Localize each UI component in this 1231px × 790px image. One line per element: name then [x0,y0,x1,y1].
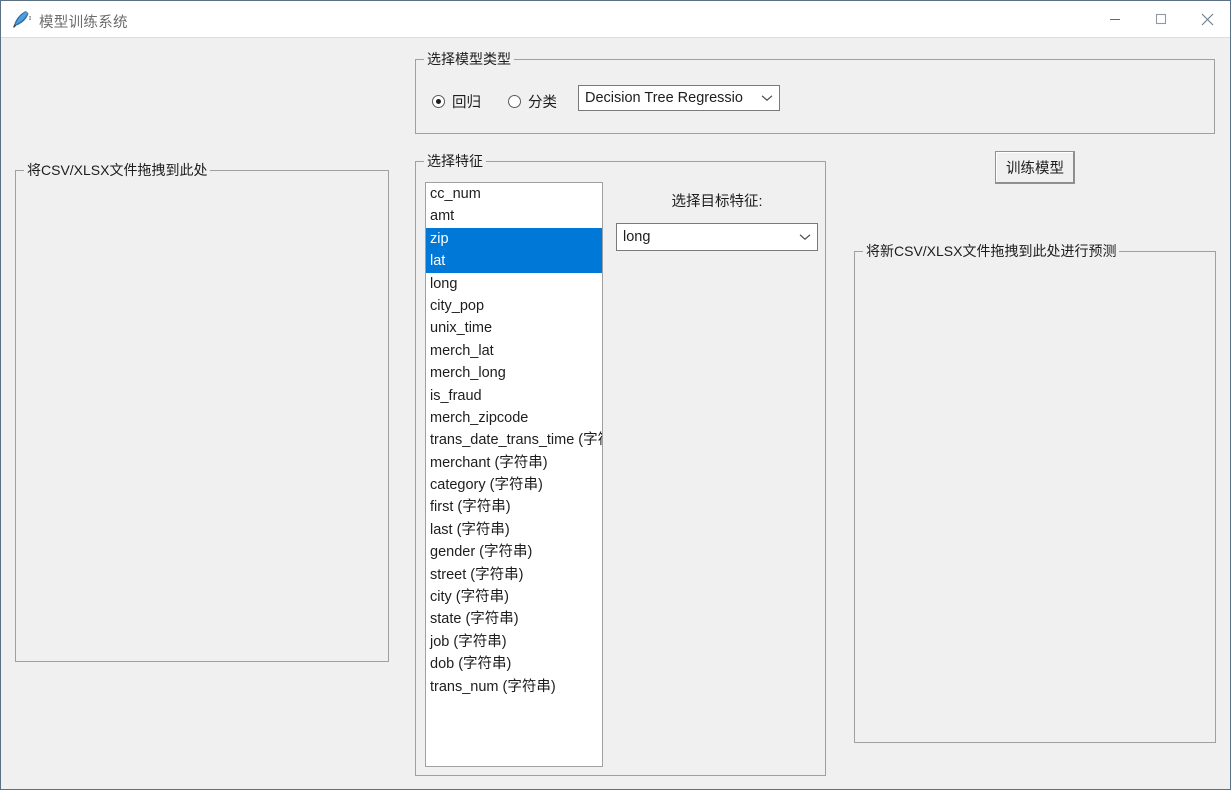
feature-list-item[interactable]: state (字符串) [426,608,602,630]
feather-icon [10,8,32,30]
feature-list-item[interactable]: merch_zipcode [426,407,602,429]
close-icon[interactable] [1184,1,1230,37]
target-feature-combobox[interactable]: long [616,223,818,251]
feature-listbox[interactable]: cc_num amt zip lat long city_pop unix_time merc… [425,182,603,767]
feature-list-item[interactable]: long [426,273,602,295]
feature-list-item[interactable]: is_fraud [426,385,602,407]
target-feature-value: long [623,229,651,245]
feature-list-item[interactable]: unix_time [426,317,602,339]
radio-classification-indicator [508,95,521,108]
feature-list-item[interactable]: category (字符串) [426,474,602,496]
target-feature-label: 选择目标特征: [671,194,763,210]
model-type-group: 选择模型类型 回归 分类 Decision Tree Regressio [415,50,1215,134]
feature-list-item[interactable]: lat [426,250,602,273]
feature-list-item[interactable]: merch_long [426,362,602,384]
train-model-button[interactable]: 训练模型 [995,151,1075,184]
feature-list-item[interactable]: city_pop [426,295,602,317]
model-algorithm-combobox[interactable]: Decision Tree Regressio [578,85,780,111]
predict-file-dropzone[interactable]: 将新CSV/XLSX文件拖拽到此处进行预测 [854,242,1216,743]
feature-list-item[interactable]: amt [426,205,602,227]
minimize-icon[interactable] [1092,1,1138,37]
feature-list-item[interactable]: gender (字符串) [426,541,602,563]
radio-regression[interactable]: 回归 [432,91,481,112]
chevron-down-icon [755,86,779,110]
feature-list-item[interactable]: merch_lat [426,340,602,362]
model-algorithm-value: Decision Tree Regressio [585,90,743,106]
feature-selection-group: 选择特征 cc_num amt zip lat long city_pop unix_tim… [415,152,826,776]
radio-regression-indicator [432,95,445,108]
train-file-dropzone-area[interactable] [16,171,388,661]
feature-list-item[interactable]: job (字符串) [426,631,602,653]
feature-list-item[interactable]: zip [426,227,602,251]
radio-classification-label: 分类 [528,95,557,111]
feature-list-item[interactable]: trans_date_trans_time (字符串) [426,429,602,451]
application-window: 模型训练系统 选择模型类型 回归 分类 Decision Tree Regres… [0,0,1231,790]
feature-list-item[interactable]: cc_num [426,183,602,205]
radio-regression-label: 回归 [452,95,481,111]
model-type-group-label: 选择模型类型 [424,50,514,68]
train-file-dropzone[interactable]: 将CSV/XLSX文件拖拽到此处 [15,161,389,662]
feature-list-item[interactable]: street (字符串) [426,564,602,586]
title-bar: 模型训练系统 [1,1,1230,38]
radio-classification[interactable]: 分类 [508,91,557,112]
feature-list-item[interactable]: merchant (字符串) [426,452,602,474]
feature-list-item[interactable]: first (字符串) [426,496,602,518]
maximize-icon[interactable] [1138,1,1184,37]
feature-list-item[interactable]: dob (字符串) [426,653,602,675]
window-title: 模型训练系统 [39,15,128,31]
feature-selection-group-label: 选择特征 [424,152,486,170]
chevron-down-icon [793,224,817,250]
feature-list-item[interactable]: trans_num (字符串) [426,676,602,698]
feature-list-item[interactable]: last (字符串) [426,519,602,541]
feature-list-item[interactable]: city (字符串) [426,586,602,608]
predict-file-dropzone-area[interactable] [855,252,1215,742]
